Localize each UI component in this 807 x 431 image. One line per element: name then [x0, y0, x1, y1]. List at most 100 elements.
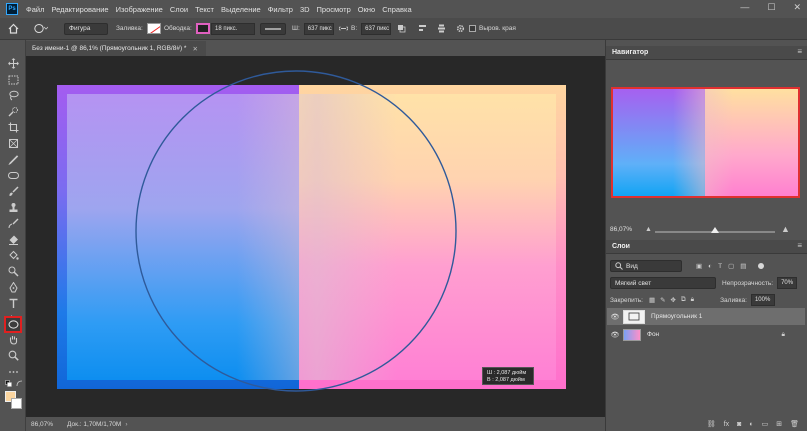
layer-row-background[interactable]: 👁︎ Фон 🔒︎ [607, 326, 805, 343]
menu-layers[interactable]: Слои [170, 5, 188, 14]
lock-transparent-pixels-icon[interactable]: ▦ [649, 296, 655, 304]
lock-artboard-icon[interactable]: ⧉ [681, 296, 686, 304]
stroke-type-dropdown[interactable] [260, 22, 286, 35]
document-tab[interactable]: Без имени-1 @ 86,1% (Прямоугольник 1, RG… [26, 41, 206, 56]
delete-layer-icon[interactable]: 🗑︎ [790, 420, 799, 428]
background-color-swatch[interactable] [11, 398, 22, 409]
home-icon[interactable] [8, 22, 19, 35]
panel-menu-icon[interactable]: ≡ [797, 47, 802, 56]
layer-name: Фон [647, 331, 660, 338]
history-brush-tool-icon[interactable] [4, 216, 22, 231]
settings-gear-icon[interactable] [456, 22, 465, 35]
align-edges-checkbox[interactable] [469, 25, 476, 32]
path-operations-icon[interactable] [397, 22, 406, 35]
paint-bucket-tool-icon[interactable] [4, 248, 22, 263]
visibility-eye-icon[interactable]: 👁︎ [607, 331, 623, 339]
layers-panel-menu-icon[interactable]: ≡ [797, 241, 802, 250]
mode-dropdown[interactable]: Фигура [64, 22, 108, 35]
menu-view[interactable]: Просмотр [317, 5, 351, 14]
minimize-icon[interactable]: — [740, 2, 749, 13]
document-canvas[interactable] [57, 85, 566, 389]
lock-all-icon[interactable]: 🔒︎ [691, 296, 694, 304]
tool-preset-picker[interactable] [34, 22, 48, 35]
quick-selection-tool-icon[interactable] [4, 104, 22, 119]
height-field[interactable]: 637 пикс [361, 22, 392, 35]
navigator-zoom-value[interactable]: 86,07% [610, 226, 632, 233]
path-alignment-icon[interactable] [418, 22, 427, 35]
filter-adjustment-icon[interactable]: ◐ [708, 263, 712, 270]
navigator-zoom-knob[interactable] [711, 227, 719, 233]
width-field[interactable]: 637 пикс [303, 22, 334, 35]
marquee-tool-icon[interactable] [4, 72, 22, 87]
blend-mode-dropdown[interactable]: Мягкий свет [610, 277, 716, 289]
fill-swatch[interactable] [146, 23, 161, 34]
lock-image-pixels-icon[interactable]: ✎ [660, 296, 665, 304]
fill-opacity-field[interactable]: 100% [750, 294, 775, 306]
menu-3d[interactable]: 3D [300, 5, 310, 14]
layer-style-fx-icon[interactable]: fx [724, 421, 729, 428]
link-layers-icon[interactable]: ⛓ [707, 420, 716, 428]
navigator-preview[interactable] [611, 87, 800, 198]
filter-type-icon[interactable]: T [718, 263, 722, 270]
lasso-tool-icon[interactable] [4, 88, 22, 103]
brush-tool-icon[interactable] [4, 184, 22, 199]
dodge-tool-icon[interactable] [4, 264, 22, 279]
swap-colors-icon[interactable] [14, 378, 24, 388]
default-colors-icon[interactable] [3, 378, 13, 388]
zoom-out-icon[interactable]: ▲ [645, 226, 652, 233]
type-tool-icon[interactable] [4, 296, 22, 311]
status-menu-icon[interactable]: › [125, 421, 127, 428]
opacity-field[interactable]: 70% [777, 277, 798, 289]
link-icon[interactable] [339, 22, 348, 35]
ellipse-tool-icon[interactable] [4, 316, 22, 333]
close-document-icon[interactable]: ✕ [192, 45, 197, 53]
menu-image[interactable]: Изображение [116, 5, 163, 14]
zoom-tool-icon[interactable] [4, 348, 22, 363]
layer-row-rectangle[interactable]: 👁︎ Прямоугольник 1 [607, 308, 805, 325]
close-window-icon[interactable]: ✕ [793, 2, 801, 13]
visibility-eye-icon[interactable]: 👁︎ [607, 313, 623, 321]
layers-panel-header: Слои ≡ [606, 240, 807, 254]
zoom-in-icon[interactable]: ▲ [781, 224, 790, 234]
lock-position-icon[interactable]: ✥ [671, 296, 676, 304]
maximize-icon[interactable]: ☐ [767, 2, 775, 13]
path-arrangement-icon[interactable] [437, 22, 446, 35]
crop-tool-icon[interactable] [4, 120, 22, 135]
layer-filter-dropdown[interactable]: Вид [610, 260, 682, 272]
fill-opacity-label: Заливка: [720, 296, 747, 304]
adjustment-layer-icon[interactable]: ◐ [749, 421, 753, 428]
clone-stamp-tool-icon[interactable] [4, 200, 22, 215]
eyedropper-tool-icon[interactable] [4, 152, 22, 167]
frame-tool-icon[interactable] [4, 136, 22, 151]
filter-shape-icon[interactable]: ▢ [728, 262, 734, 270]
new-layer-icon[interactable]: ⊞ [776, 420, 782, 428]
menu-file[interactable]: Файл [26, 5, 44, 14]
width-label: Ш: [292, 25, 300, 32]
move-tool-icon[interactable] [4, 56, 22, 71]
eraser-tool-icon[interactable] [4, 232, 22, 247]
menu-help[interactable]: Справка [382, 5, 411, 14]
more-tools-icon[interactable] [4, 364, 22, 379]
menu-filter[interactable]: Фильтр [268, 5, 293, 14]
menu-select[interactable]: Выделение [221, 5, 261, 14]
filter-pixel-icon[interactable]: ▣ [696, 262, 702, 270]
menu-type[interactable]: Текст [195, 5, 214, 14]
menu-edit[interactable]: Редактирование [51, 5, 108, 14]
stroke-swatch[interactable] [195, 23, 210, 34]
filter-toggle-icon[interactable] [758, 263, 765, 269]
zoom-level[interactable]: 86,07% [31, 421, 53, 428]
hand-tool-icon[interactable] [4, 332, 22, 347]
layers-tab[interactable]: Слои [612, 243, 630, 255]
soft-light-blend-region [237, 94, 397, 380]
add-mask-icon[interactable]: ◙ [737, 421, 741, 428]
healing-brush-tool-icon[interactable] [4, 168, 22, 183]
document-size: Док.: 1,70M/1,70M [67, 420, 122, 428]
navigator-tab[interactable]: Навигатор [612, 49, 648, 61]
stroke-width-value: 18 пикс. [215, 25, 238, 32]
pen-tool-icon[interactable] [4, 280, 22, 295]
filter-smart-object-icon[interactable]: ▤ [740, 262, 746, 270]
options-bar: Фигура Заливка: Обводка: 18 пикс. Ш: 637… [0, 18, 807, 40]
menu-window[interactable]: Окно [358, 5, 375, 14]
stroke-width-field[interactable]: 18 пикс. [211, 22, 255, 35]
new-group-icon[interactable]: ▭ [762, 420, 769, 428]
